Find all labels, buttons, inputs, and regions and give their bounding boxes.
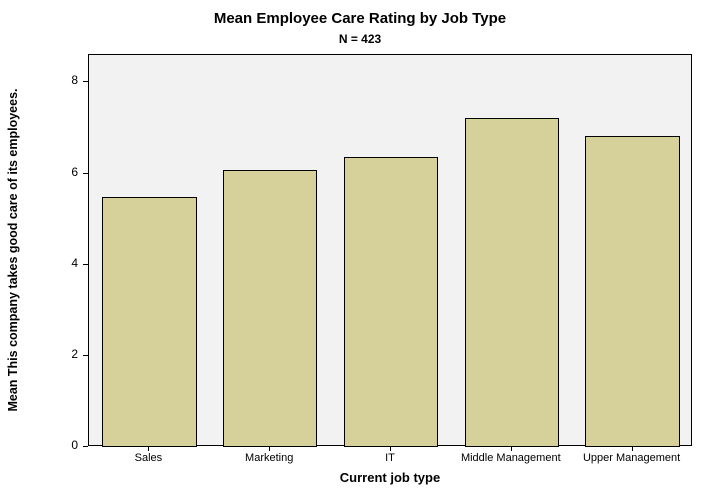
bar <box>465 118 559 447</box>
x-tick-label: Upper Management <box>571 452 692 464</box>
x-tick-mark <box>632 446 633 451</box>
y-tick-label: 2 <box>48 347 78 361</box>
y-tick-mark <box>83 81 88 82</box>
x-tick-mark <box>511 446 512 451</box>
y-tick-label: 4 <box>48 256 78 270</box>
y-tick-label: 8 <box>48 73 78 87</box>
bar <box>344 157 438 447</box>
x-tick-label: Middle Management <box>450 452 571 464</box>
x-axis-label: Current job type <box>88 470 692 485</box>
y-axis-label: Mean This company takes good care of its… <box>6 54 46 446</box>
x-tick-label: Sales <box>88 452 209 464</box>
y-tick-label: 6 <box>48 165 78 179</box>
x-tick-mark <box>390 446 391 451</box>
chart-container: Mean Employee Care Rating by Job Type N … <box>0 0 720 504</box>
x-tick-label: IT <box>330 452 451 464</box>
y-tick-mark <box>83 446 88 447</box>
bar <box>585 136 679 447</box>
bar <box>223 170 317 447</box>
x-tick-mark <box>148 446 149 451</box>
chart-subtitle: N = 423 <box>0 32 720 46</box>
y-tick-mark <box>83 264 88 265</box>
y-tick-mark <box>83 173 88 174</box>
x-tick-mark <box>269 446 270 451</box>
bar <box>102 197 196 447</box>
y-tick-mark <box>83 355 88 356</box>
chart-title: Mean Employee Care Rating by Job Type <box>0 10 720 27</box>
y-tick-label: 0 <box>48 438 78 452</box>
plot-area <box>88 54 692 446</box>
x-tick-label: Marketing <box>209 452 330 464</box>
